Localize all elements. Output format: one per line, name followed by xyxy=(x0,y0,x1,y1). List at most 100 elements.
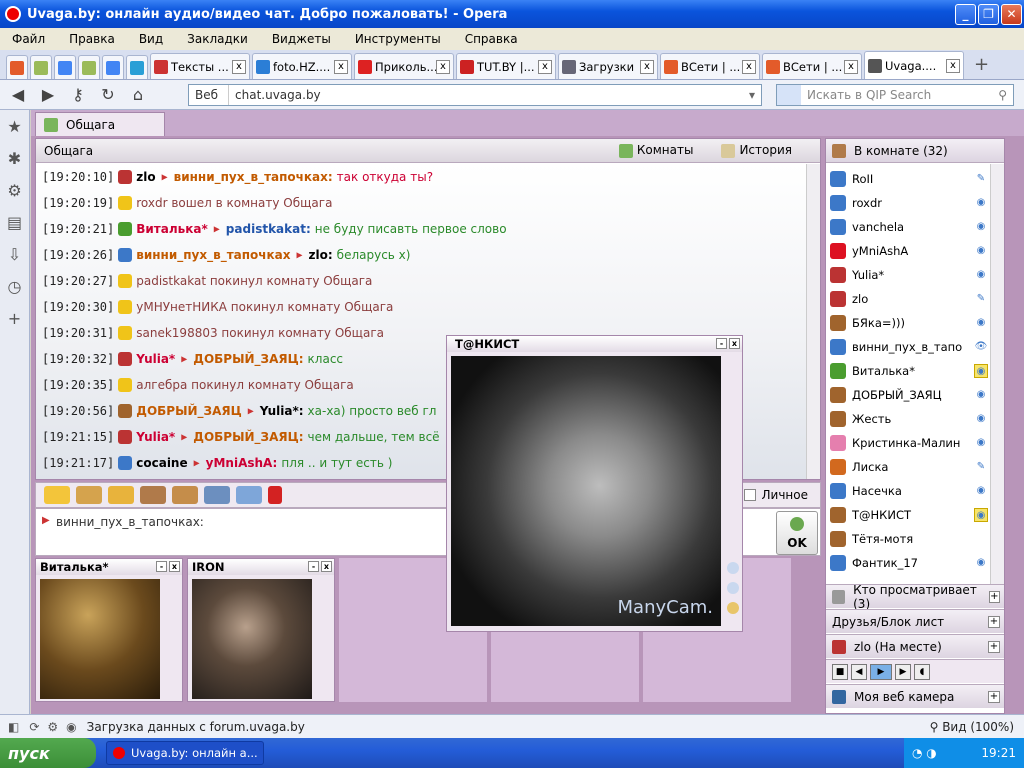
message-icon[interactable] xyxy=(236,486,262,504)
expand-icon[interactable]: + xyxy=(988,590,1000,603)
address-bar[interactable]: Веб chat.uvaga.by ▾ xyxy=(188,84,762,106)
history-button[interactable]: История xyxy=(721,143,806,158)
bookmarks-icon[interactable]: ★ xyxy=(6,118,24,136)
stop-icon[interactable]: ■ xyxy=(832,663,848,680)
key-icon[interactable]: ⚷ xyxy=(66,84,90,106)
user-list-item[interactable]: vanchela ◉ xyxy=(830,215,988,239)
tab-close-icon[interactable]: x xyxy=(334,59,348,74)
pencil-icon[interactable]: ✎ xyxy=(974,460,988,474)
message-sender[interactable]: cocaine xyxy=(136,456,187,470)
maximize-button[interactable]: ❐ xyxy=(978,4,999,25)
play-icon[interactable]: ▶ xyxy=(870,663,892,680)
friends-section[interactable]: Друзья/Блок лист + xyxy=(826,609,1004,633)
tab-vseti-2[interactable]: ВСети | ... x xyxy=(762,53,862,79)
message-recipient[interactable]: padistkakat: xyxy=(226,222,311,236)
turbo-icon[interactable]: ◉ xyxy=(66,720,76,734)
tab-close-icon[interactable]: x xyxy=(844,59,858,74)
tab-pinned-5[interactable] xyxy=(102,55,124,79)
tab-close-icon[interactable]: x xyxy=(232,59,246,74)
tab-downloads[interactable]: Загрузки x xyxy=(558,53,658,79)
message-sender[interactable]: Yulia* xyxy=(136,352,175,366)
user-icon[interactable] xyxy=(727,582,739,594)
unite-icon[interactable]: ⚙ xyxy=(6,182,24,200)
prev-icon[interactable]: ◀ xyxy=(851,663,867,680)
webcam-icon[interactable]: ◉ xyxy=(974,412,988,426)
color-icon[interactable] xyxy=(268,486,282,504)
message-recipient[interactable]: Yulia*: xyxy=(260,404,304,418)
tab-prikol[interactable]: Приколь... x xyxy=(354,53,454,79)
minimize-icon[interactable]: - xyxy=(716,338,727,349)
minimize-icon[interactable]: - xyxy=(156,561,167,572)
status-section[interactable]: zlo (На месте) + xyxy=(826,634,1004,658)
message-recipient[interactable]: винни_пух_в_тапочках: xyxy=(174,170,333,184)
menu-view[interactable]: Вид xyxy=(127,32,175,46)
search-field[interactable]: Искать в QIP Search ⚲ xyxy=(776,84,1014,106)
user-list-item[interactable]: Насечка ◉ xyxy=(830,479,988,503)
next-icon[interactable]: ▶ xyxy=(895,663,911,680)
music-icon[interactable] xyxy=(108,486,134,504)
expand-icon[interactable]: + xyxy=(988,690,1000,703)
tab-close-icon[interactable]: x xyxy=(436,59,450,74)
menu-help[interactable]: Справка xyxy=(453,32,530,46)
user-list-item[interactable]: Виталька* ◉ xyxy=(830,359,988,383)
tab-pinned-4[interactable] xyxy=(78,55,100,79)
message-recipient[interactable]: ДОБРЫЙ_ЗАЯЦ: xyxy=(193,352,303,366)
my-webcam-section[interactable]: Моя веб камера + xyxy=(826,684,1004,708)
tab-pinned-3[interactable] xyxy=(54,55,76,79)
tab-texts[interactable]: Тексты ... x xyxy=(150,53,250,79)
tray-icons[interactable]: ◔ ◑ xyxy=(912,746,937,760)
tab-tutby[interactable]: TUT.BY |... x xyxy=(456,53,556,79)
user-list-item[interactable]: T@НКИСТ ◉ xyxy=(830,503,988,527)
webcam-icon[interactable]: ◉ xyxy=(974,196,988,210)
message-recipient[interactable]: yMniAshA: xyxy=(206,456,278,470)
private-toggle[interactable]: Личное xyxy=(743,488,808,502)
message-sender[interactable]: Yulia* xyxy=(136,430,175,444)
gift-icon[interactable] xyxy=(76,486,102,504)
webcam-icon[interactable]: ◉ xyxy=(974,556,988,570)
user-list-item[interactable]: zlo ✎ xyxy=(830,287,988,311)
widgets-icon[interactable]: ✱ xyxy=(6,150,24,168)
webcam-icon[interactable]: ◉ xyxy=(974,244,988,258)
reload-icon[interactable]: ↻ xyxy=(96,84,120,106)
send-button[interactable]: OK xyxy=(776,511,818,555)
tab-close-icon[interactable]: x xyxy=(538,59,552,74)
cam-window-tankist[interactable]: T@НКИСТ - x ManyCam. xyxy=(446,335,743,632)
tab-pinned-1[interactable] xyxy=(6,55,28,79)
chat-scrollbar[interactable] xyxy=(806,164,820,479)
webcam-icon[interactable]: ◉ xyxy=(974,508,988,522)
pencil-icon[interactable]: ✎ xyxy=(974,172,988,186)
minimize-icon[interactable]: - xyxy=(308,561,319,572)
message-sender[interactable]: ДОБРЫЙ_ЗАЯЦ xyxy=(136,404,242,418)
tab-close-icon[interactable]: x xyxy=(640,59,654,74)
expand-icon[interactable]: + xyxy=(988,615,1000,628)
add-panel-icon[interactable]: + xyxy=(6,310,24,328)
tab-vseti-1[interactable]: ВСети | ... x xyxy=(660,53,760,79)
pencil-icon[interactable]: ✎ xyxy=(974,292,988,306)
home-icon[interactable]: ⌂ xyxy=(126,84,150,106)
viewers-section[interactable]: Кто просматривает (3) + xyxy=(826,583,1004,611)
new-tab-button[interactable]: + xyxy=(974,54,989,75)
search-engine-icon[interactable] xyxy=(777,85,801,105)
zoom-control[interactable]: ⚲ Вид (100%) xyxy=(930,720,1014,734)
edit-icon[interactable] xyxy=(204,486,230,504)
address-url[interactable]: chat.uvaga.by xyxy=(229,88,749,102)
zoom-icon[interactable] xyxy=(727,562,739,574)
message-recipient[interactable]: zlo: xyxy=(309,248,333,262)
users-icon[interactable] xyxy=(140,486,166,504)
minimize-button[interactable]: _ xyxy=(955,4,976,25)
tab-pinned-2[interactable] xyxy=(30,55,52,79)
user-list-item[interactable]: RoII ✎ xyxy=(830,167,988,191)
search-icon[interactable]: ⚲ xyxy=(998,88,1007,102)
user-list-item[interactable]: Yulia* ◉ xyxy=(830,263,988,287)
back-icon[interactable]: ◀ xyxy=(6,84,30,106)
webcam-icon[interactable]: ◉ xyxy=(974,316,988,330)
close-icon[interactable]: x xyxy=(169,561,180,572)
history-icon[interactable]: ◷ xyxy=(6,278,24,296)
webcam-icon[interactable]: ◉ xyxy=(974,388,988,402)
close-button[interactable]: ✕ xyxy=(1001,4,1022,25)
webcam-icon[interactable]: ◉ xyxy=(974,484,988,498)
user-list-item[interactable]: Лиска ✎ xyxy=(830,455,988,479)
room-tab[interactable]: Общага xyxy=(35,112,165,136)
users-scrollbar[interactable] xyxy=(990,164,1004,584)
user-list-item[interactable]: БЯка=))) ◉ xyxy=(830,311,988,335)
